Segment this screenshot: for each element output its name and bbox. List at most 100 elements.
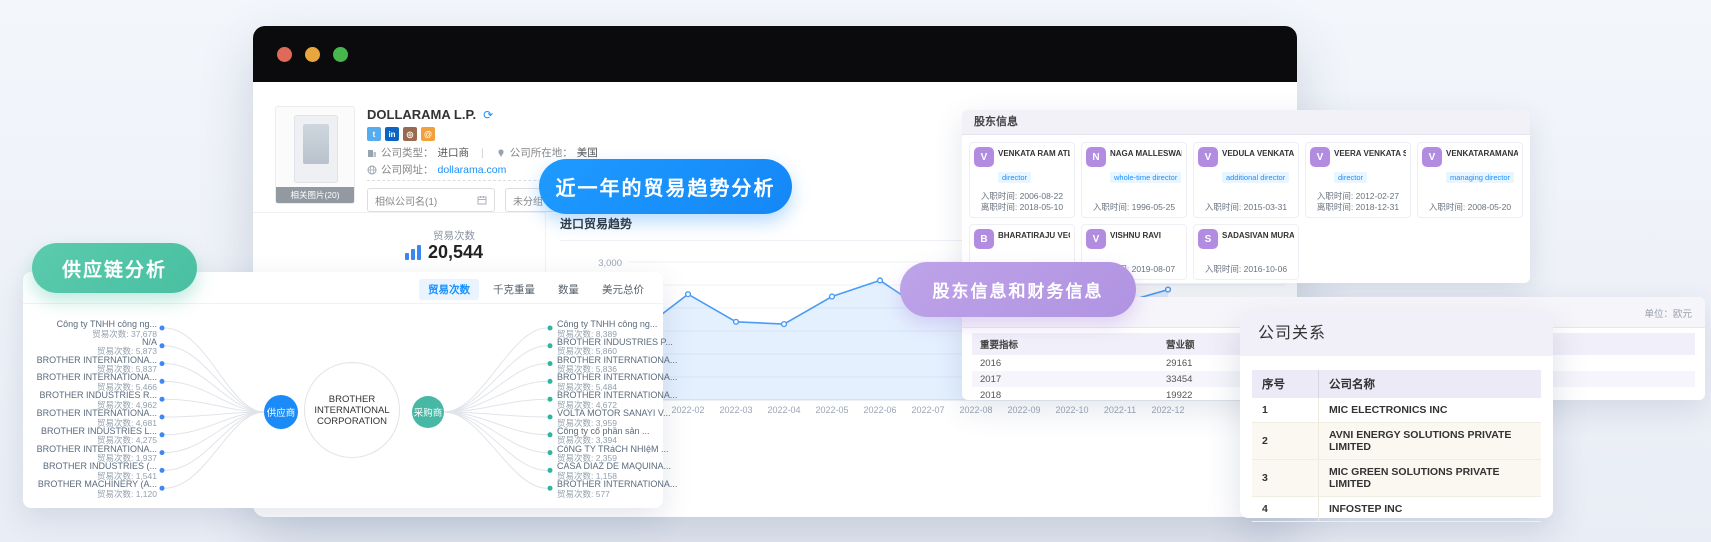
buyer-list-item[interactable]: BROTHER INTERNATIONA...贸易次数: 5,484 [557,373,687,392]
shareholder-name: VENKATARAMANA MAG... [1446,149,1518,167]
buyer-list-item[interactable]: CôNG TY TRáCH NHIệM ...贸易次数: 2,359 [557,445,687,464]
page: 相关图片(20) DOLLARAMA L.P. ⟳ tin ◎ @ 公司类型： 进口… [0,0,1711,542]
svg-text:3,000: 3,000 [598,258,622,269]
relations-row[interactable]: 2AVNI ENERGY SOLUTIONS PRIVATE LIMITED [1252,423,1541,460]
shareholder-name: VENKATA RAM ATLURI [998,149,1070,167]
relations-column-header: 公司名称 [1319,370,1542,398]
building-icon [367,148,377,158]
avatar: V [1198,147,1218,167]
shareholder-card: SSADASIVAN MURALIKR... 入职时间: 2016-10-06 [1193,224,1299,280]
relations-panel-title: 公司关系 [1240,312,1553,356]
avatar: N [1086,147,1106,167]
tenure-dates: 入职时间: 2008-05-20 [1418,202,1522,213]
svg-text:2022-09: 2022-09 [1007,405,1040,415]
trade-count-label: 贸易次数 [433,228,475,243]
close-button[interactable] [277,47,292,62]
svg-text:2022-11: 2022-11 [1104,405,1136,415]
shareholder-card: VVENKATARAMANA MAG...managing director入职… [1417,142,1523,218]
supplier-list-item[interactable]: N/A贸易次数: 5,873 [31,338,157,357]
supplier-list-item[interactable]: Công ty TNHH công ng...贸易次数: 37,678 [31,320,157,339]
zoom-button[interactable] [333,47,348,62]
shareholder-name: SADASIVAN MURALIKR... [1222,231,1294,249]
company-website-label: 公司网址： [381,162,434,177]
avatar: V [1310,147,1330,167]
shareholder-panel-title: 股东信息 [962,110,1530,135]
avatar: S [1198,229,1218,249]
relations-row[interactable]: 4INFOSTEP INC [1252,497,1541,522]
supply-chain-panel: 贸易次数千克重量数量美元总价 供应商 BROTHER INTERNATIONAL… [23,272,663,508]
shareholder-name: NAGA MALLESWARA R... [1110,149,1182,167]
company-website-line: 公司网址： dollarama.com [367,162,506,177]
buyer-list-item[interactable]: CASA DIAZ DE MAQUINA...贸易次数: 1,158 [557,462,687,481]
related-images-label[interactable]: 相关图片(20) [276,187,354,203]
avatar: B [974,229,994,249]
similar-company-input[interactable]: 相似公司名(1) [367,188,495,212]
buyer-list-item[interactable]: BROTHER INDUSTRIES P...贸易次数: 5,860 [557,338,687,357]
role-badge: additional director [1222,172,1289,183]
buyer-list-item[interactable]: BROTHER INTERNATIONA...贸易次数: 577 [557,480,687,499]
relations-column-header: 序号 [1252,370,1319,398]
company-location-value: 美国 [577,145,598,160]
role-badge: whole-time director [1110,172,1181,183]
supplier-list-item[interactable]: BROTHER INTERNATIONA...贸易次数: 5,837 [31,356,157,375]
buyer-node[interactable]: 采购商 [412,396,444,428]
role-badge: director [1334,172,1367,183]
supplier-list-item[interactable]: BROTHER INDUSTRIES R...贸易次数: 4,962 [31,391,157,410]
minimize-button[interactable] [305,47,320,62]
tenure-dates: 入职时间: 2015-03-31 [1194,202,1298,213]
supplier-list-item[interactable]: BROTHER INDUSTRIES L...贸易次数: 4,275 [31,427,157,446]
bar-chart-icon [405,245,421,260]
buyer-list-item[interactable]: VOLTA MOTOR SANAYİ V...贸易次数: 3,959 [557,409,687,428]
shareholder-card: VVENKATA RAM ATLURIdirector入职时间: 2006-08… [969,142,1075,218]
email-icon[interactable]: @ [421,127,435,141]
role-badge: director [998,172,1031,183]
avatar: V [1422,147,1442,167]
relations-table-header: 序号公司名称 [1252,370,1541,398]
separator: | [481,147,484,159]
group-select-value: 未分组 [513,193,543,208]
shareholder-name: VEDULA VENKATA RAM... [1222,149,1294,167]
relations-table: 序号公司名称 1MIC ELECTRONICS INC2AVNI ENERGY … [1252,370,1541,522]
tenure-dates: 入职时间: 2016-10-06 [1194,264,1298,275]
twitter-icon[interactable]: t [367,127,381,141]
supplier-list-item[interactable]: BROTHER INDUSTRIES (...贸易次数: 1,541 [31,462,157,481]
social-icons: tin ◎ @ [367,127,435,141]
supplier-list-item[interactable]: BROTHER INTERNATIONA...贸易次数: 1,937 [31,445,157,464]
supplier-list-item[interactable]: BROTHER MACHINERY (A...贸易次数: 1,120 [31,480,157,499]
buyer-list-item[interactable]: BROTHER INTERNATIONA...贸易次数: 4,672 [557,391,687,410]
svg-text:2022-05: 2022-05 [815,405,848,415]
shareholder-finance-badge: 股东信息和财务信息 [900,262,1136,317]
company-product-image: 相关图片(20) [275,106,355,204]
supplier-node[interactable]: 供应商 [264,395,298,429]
buyer-list-item[interactable]: BROTHER INTERNATIONA...贸易次数: 5,836 [557,356,687,375]
trade-count-value: 20,544 [428,242,483,263]
refresh-icon[interactable]: ⟳ [483,108,493,122]
shareholder-name: BHARATIRAJU VEGIRAJU [998,231,1070,249]
relations-row[interactable]: 3MIC GREEN SOLUTIONS PRIVATE LIMITED [1252,460,1541,497]
product-photo [294,115,338,183]
relations-row[interactable]: 1MIC ELECTRONICS INC [1252,398,1541,423]
buyer-list-item[interactable]: Công ty cổ phần sản ...贸易次数: 3,394 [557,427,687,446]
linkedin-icon[interactable]: in [385,127,399,141]
supplier-list-item[interactable]: BROTHER INTERNATIONA...贸易次数: 4,681 [31,409,157,428]
company-type-value: 进口商 [438,145,470,160]
center-company-node[interactable]: BROTHER INTERNATIONAL CORPORATION [304,362,400,458]
company-title-row: DOLLARAMA L.P. ⟳ [367,107,493,122]
company-type-line: 公司类型： 进口商 | 公司所在地： 美国 [367,145,598,160]
supplier-list-item[interactable]: BROTHER INTERNATIONA...贸易次数: 5,466 [31,373,157,392]
trade-count-stat: 20,544 [405,242,483,263]
shareholder-name: VISHNU RAVI [1110,231,1161,249]
company-location-label: 公司所在地： [510,145,573,160]
svg-text:2022-10: 2022-10 [1055,405,1088,415]
instagram-icon[interactable]: ◎ [403,127,417,141]
supply-chain-badge: 供应链分析 [32,243,197,293]
avatar: V [974,147,994,167]
avatar: V [1086,229,1106,249]
relations-panel: 公司关系 序号公司名称 1MIC ELECTRONICS INC2AVNI EN… [1240,312,1553,518]
sc-diagram: 供应商 BROTHER INTERNATIONAL CORPORATION 采购… [23,272,663,508]
financial-column-header: 重要指标 [972,333,1158,355]
company-website-link[interactable]: dollarama.com [438,164,507,176]
buyer-list-item[interactable]: Công ty TNHH công ng...贸易次数: 8,389 [557,320,687,339]
shareholder-card: NNAGA MALLESWARA R... whole-time director… [1081,142,1187,218]
calendar-icon [477,195,487,205]
